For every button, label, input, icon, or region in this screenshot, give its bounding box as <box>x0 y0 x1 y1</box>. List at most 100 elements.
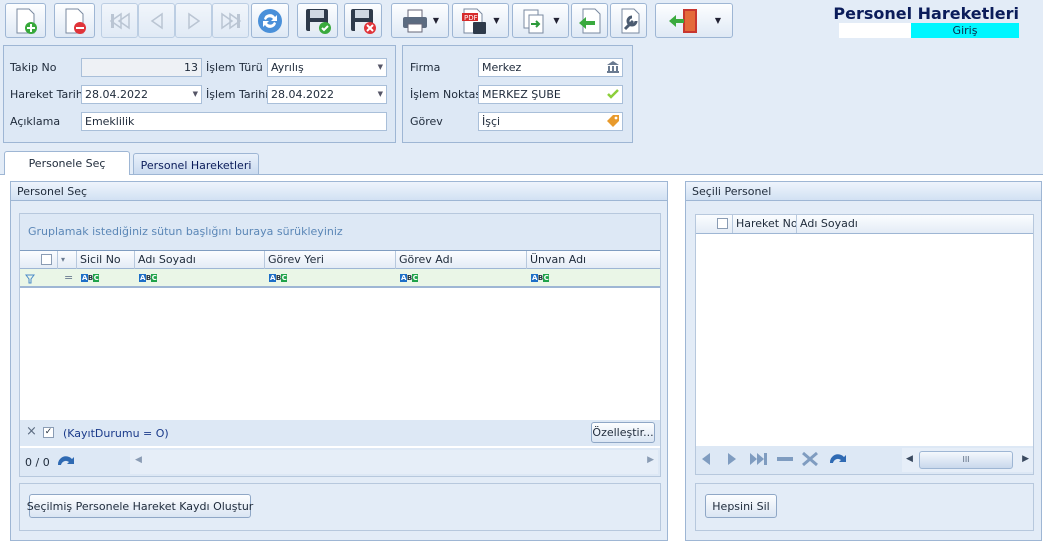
hareket-tarih-value: 28.04.2022 <box>85 88 148 101</box>
aciklama-label: Açıklama <box>10 115 61 128</box>
chevron-down-icon[interactable]: ▼ <box>378 59 383 76</box>
mode-badge: Giriş <box>911 23 1019 38</box>
delete-icon <box>65 8 86 34</box>
first-record-icon <box>109 12 130 29</box>
chevron-down-icon: ▼ <box>432 16 440 25</box>
col-adi-soyadi[interactable]: Adı Soyadı <box>135 251 265 269</box>
create-movement-button[interactable]: Seçilmiş Personele Hareket Kaydı Oluştur <box>27 494 253 518</box>
save-icon <box>305 8 331 34</box>
settings-tool-button[interactable] <box>610 3 647 38</box>
islem-turu-select[interactable]: Ayrılış ▼ <box>267 58 387 77</box>
check-icon[interactable] <box>606 87 620 101</box>
filter-text[interactable]: (KayıtDurumu = O) <box>63 427 169 440</box>
personel-sec-group: Personel Seç Gruplamak istediğiniz sütun… <box>10 181 668 541</box>
next-record-button[interactable] <box>175 3 212 38</box>
islem-tarihi-label: İşlem Tarihi <box>206 88 269 101</box>
scroll-thumb[interactable]: III <box>919 451 1013 469</box>
record-navigator: 0 / 0 ◀ ▶ <box>20 448 660 476</box>
prev-record-icon <box>150 12 163 29</box>
last-record-icon <box>220 12 241 29</box>
chevron-down-icon: ▼ <box>714 16 722 25</box>
chevron-down-icon[interactable]: ▼ <box>378 86 383 103</box>
cancel-icon[interactable] <box>801 451 819 467</box>
select-all-checkbox[interactable] <box>41 254 52 265</box>
selected-navigator: ◀ III ▶ <box>696 446 1033 474</box>
svg-text:PDF: PDF <box>464 14 478 22</box>
col-gorev-yeri[interactable]: Görev Yeri <box>265 251 396 269</box>
gorev-field[interactable]: İşçi <box>478 112 623 131</box>
new-icon <box>16 8 37 34</box>
col-hareket-no[interactable]: Hareket No <box>733 215 797 233</box>
islem-turu-value: Ayrılış <box>271 61 304 74</box>
refresh-icon[interactable] <box>828 451 848 467</box>
hareket-tarih-label: Hareket Tarih <box>10 88 83 101</box>
text-filter-icon[interactable]: ABC <box>139 274 158 282</box>
filter-panel: × ✓ (KayıtDurumu = O) Özelleştir... <box>20 420 660 446</box>
islem-tarihi-date[interactable]: 28.04.2022 ▼ <box>267 85 387 104</box>
islem-noktasi-value: MERKEZ ŞUBE <box>482 88 561 101</box>
page-title: Personel Hareketleri <box>833 4 1019 23</box>
hareket-tarih-date[interactable]: 28.04.2022 ▼ <box>81 85 202 104</box>
export-button[interactable]: ▼ <box>512 3 569 38</box>
horizontal-scrollbar[interactable]: ◀ ▶ <box>130 450 658 474</box>
chevron-down-icon: ▼ <box>553 16 560 25</box>
scroll-left-icon[interactable]: ◀ <box>906 454 913 464</box>
col-gorev-adi[interactable]: Görev Adı <box>396 251 527 269</box>
back-icon <box>578 8 600 33</box>
grid-header: ▾ Sicil No Adı Soyadı Görev Yeri Görev A… <box>20 250 660 269</box>
text-filter-icon[interactable]: ABC <box>400 274 419 282</box>
col-unvan-adi[interactable]: Ünvan Adı <box>527 251 660 269</box>
select-all-checkbox[interactable] <box>717 218 728 229</box>
equals-operator-icon[interactable]: = <box>64 271 73 284</box>
save-button[interactable] <box>297 3 338 38</box>
filter-enabled-checkbox[interactable]: ✓ <box>43 427 54 438</box>
form-panel-left: Takip No 13 İşlem Türü Ayrılış ▼ Hareket… <box>3 45 396 143</box>
last-record-button[interactable] <box>212 3 249 38</box>
chevron-down-icon: ▼ <box>493 16 500 25</box>
refresh-icon[interactable] <box>56 453 76 469</box>
tag-icon[interactable] <box>606 114 620 128</box>
gorev-value: İşçi <box>482 115 501 128</box>
horizontal-scrollbar[interactable]: ◀ III ▶ <box>902 448 1033 472</box>
text-filter-icon[interactable]: ABC <box>81 274 100 282</box>
secili-personel-group: Seçili Personel Hareket No Adı Soyadı ◀ … <box>685 181 1042 541</box>
takip-no-field[interactable]: 13 <box>81 58 202 77</box>
bank-icon[interactable] <box>606 60 620 74</box>
tab-personele-sec[interactable]: Personele Seç <box>4 151 130 175</box>
firma-value: Merkez <box>482 61 522 74</box>
scroll-right-icon[interactable]: ▶ <box>1022 454 1029 464</box>
next-record-icon[interactable] <box>725 452 739 466</box>
close-filter-icon[interactable]: × <box>26 424 37 439</box>
prev-record-button[interactable] <box>138 3 175 38</box>
filter-icon <box>25 274 35 284</box>
scroll-right-icon[interactable]: ▶ <box>647 455 654 465</box>
last-record-icon[interactable] <box>749 452 769 466</box>
tab-personel-hareketleri[interactable]: Personel Hareketleri <box>133 153 259 176</box>
personel-grid: Gruplamak istediğiniz sütun başlığını bu… <box>19 213 661 477</box>
aciklama-field[interactable]: Emeklilik <box>81 112 387 131</box>
islem-noktasi-field[interactable]: MERKEZ ŞUBE <box>478 85 623 104</box>
pdf-export-button[interactable]: PDF ▼ <box>452 3 509 38</box>
refresh-button[interactable] <box>251 3 289 38</box>
delete-all-button[interactable]: Hepsini Sil <box>705 494 777 518</box>
remove-icon[interactable] <box>776 452 794 466</box>
customize-button[interactable]: Özelleştir... <box>591 422 655 443</box>
exit-button[interactable]: ▼ <box>655 3 733 38</box>
first-record-button[interactable] <box>101 3 138 38</box>
scroll-left-icon[interactable]: ◀ <box>135 455 142 465</box>
select-all-cell <box>696 215 733 233</box>
text-filter-icon[interactable]: ABC <box>269 274 288 282</box>
print-button[interactable]: ▼ <box>391 3 449 38</box>
col-adi-soyadi[interactable]: Adı Soyadı <box>797 215 1033 233</box>
chevron-down-icon[interactable]: ▼ <box>193 86 198 103</box>
cancel-save-button[interactable] <box>344 3 382 38</box>
new-button[interactable] <box>5 3 46 38</box>
prev-record-icon[interactable] <box>699 452 713 466</box>
delete-button[interactable] <box>54 3 95 38</box>
firma-label: Firma <box>410 61 441 74</box>
firma-field[interactable]: Merkez <box>478 58 623 77</box>
filter-col[interactable]: ▾ <box>58 251 77 269</box>
text-filter-icon[interactable]: ABC <box>531 274 550 282</box>
col-sicil-no[interactable]: Sicil No <box>77 251 135 269</box>
back-button[interactable] <box>571 3 608 38</box>
